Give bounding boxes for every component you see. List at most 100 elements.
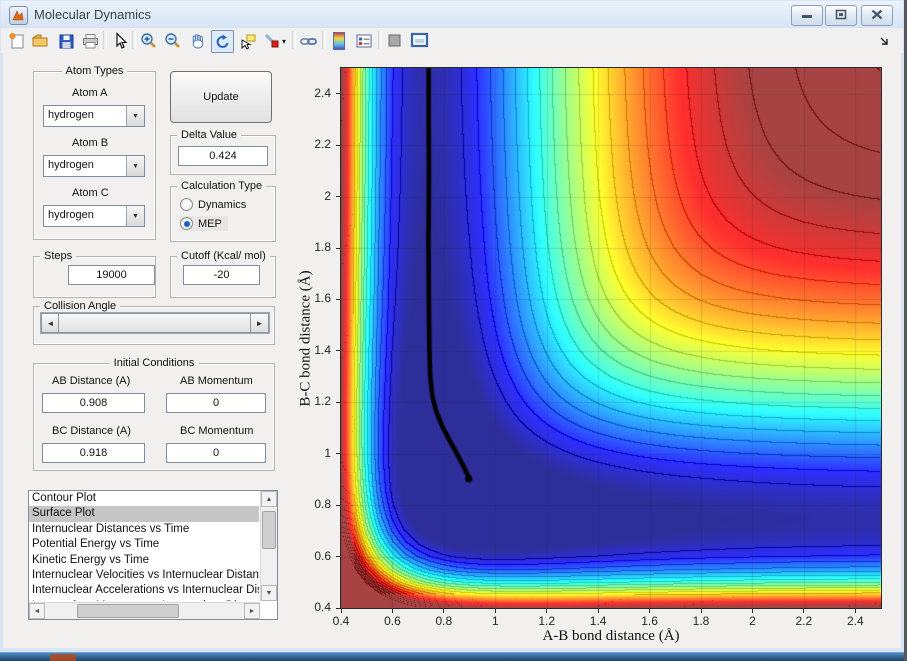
list-item[interactable]: Internuclear Velocities vs Internuclear … — [29, 568, 259, 583]
y-tick-label: 2 — [324, 188, 331, 203]
delta-value-title: Delta Value — [177, 129, 242, 141]
edit-plot-pointer-icon[interactable] — [109, 30, 130, 51]
initial-conditions-title: Initial Conditions — [109, 357, 199, 369]
vertical-scrollbar[interactable]: ▲ ▼ — [260, 491, 277, 601]
save-figure-icon[interactable] — [55, 30, 76, 51]
plot-type-listbox[interactable]: Contour Plot Surface Plot Internuclear D… — [28, 490, 278, 620]
screen: Molecular Dynamics ▾ Atom Types Atom A h… — [0, 0, 907, 661]
list-item[interactable]: Internuclear Distances vs Time — [29, 522, 259, 537]
y-tick-label: 0.6 — [314, 548, 331, 563]
brush-dropdown-arrow-icon[interactable]: ▾ — [282, 37, 286, 46]
zoom-out-icon[interactable] — [162, 30, 183, 51]
dropdown-arrow-icon[interactable]: ▼ — [126, 206, 144, 226]
x-tick-mark — [649, 609, 651, 613]
atom-b-label: Atom B — [72, 137, 109, 149]
atom-b-dropdown[interactable]: hydrogen ▼ — [43, 155, 145, 177]
toolbar-separator — [103, 31, 107, 49]
dropdown-arrow-icon[interactable]: ▼ — [126, 106, 144, 126]
radio-mep[interactable]: MEP — [180, 216, 228, 231]
title-bar[interactable]: Molecular Dynamics — [1, 1, 903, 29]
figure-toolbar: ▾ — [1, 28, 903, 54]
restore-button[interactable] — [825, 5, 857, 26]
radio-selected-icon — [180, 217, 193, 230]
show-plot-tools-dock-icon[interactable] — [409, 30, 430, 51]
calculation-type-title: Calculation Type — [177, 180, 267, 192]
pan-hand-icon[interactable] — [187, 30, 208, 51]
x-tick-label: 1 — [491, 614, 499, 628]
x-tick-label: 1.6 — [641, 614, 658, 628]
x-tick-label: 1.4 — [589, 614, 607, 628]
atom-b-value: hydrogen — [48, 159, 94, 171]
slider-thumb[interactable] — [58, 313, 253, 333]
y-tick-mark — [336, 196, 340, 198]
x-tick-mark — [494, 609, 496, 613]
brush-data-icon[interactable] — [261, 30, 282, 51]
ab-momentum-field[interactable]: 0 — [166, 393, 266, 413]
list-item[interactable]: Kinetic Energy vs Time — [29, 553, 259, 568]
minimize-button[interactable] — [791, 5, 823, 26]
list-item[interactable]: Potential Energy vs Time — [29, 537, 259, 552]
list-item[interactable]: Contour Plot — [29, 491, 259, 506]
matlab-logo-icon — [9, 6, 28, 25]
taskbar-item-hint — [50, 654, 76, 661]
x-tick-mark — [700, 609, 702, 613]
window-title: Molecular Dynamics — [34, 7, 152, 22]
radio-icon — [180, 198, 193, 211]
y-tick-mark — [336, 298, 340, 300]
steps-field[interactable]: 19000 — [68, 265, 155, 285]
toolbar-separator — [132, 31, 136, 49]
bc-distance-field[interactable]: 0.918 — [42, 443, 145, 463]
x-tick-mark — [803, 609, 805, 613]
vscroll-thumb[interactable] — [262, 511, 276, 549]
y-tick-label: 2.4 — [314, 85, 331, 100]
close-button[interactable] — [861, 5, 893, 26]
y-tick-label: 2.2 — [314, 137, 331, 152]
insert-colorbar-icon[interactable] — [328, 30, 349, 51]
restore-icon — [835, 9, 847, 23]
atom-a-value: hydrogen — [48, 109, 94, 121]
contour-plot[interactable] — [341, 68, 881, 608]
horizontal-scrollbar[interactable]: ◄ ► — [29, 602, 260, 619]
link-plot-icon[interactable] — [298, 30, 319, 51]
insert-legend-icon[interactable] — [353, 30, 374, 51]
atom-c-dropdown[interactable]: hydrogen ▼ — [43, 205, 145, 227]
hscroll-thumb[interactable] — [77, 604, 179, 618]
delta-value-field[interactable]: 0.424 — [178, 146, 268, 166]
x-tick-label: 0.6 — [384, 614, 401, 628]
list-item[interactable]: Internuclear Accelerations vs Internucle… — [29, 583, 259, 598]
toolbar-separator — [322, 31, 326, 49]
print-figure-icon[interactable] — [80, 30, 101, 51]
list-item[interactable]: Internuclear Momenta vs Internuclear Dis… — [29, 599, 259, 601]
new-figure-icon[interactable] — [6, 30, 27, 51]
atom-a-dropdown[interactable]: hydrogen ▼ — [43, 105, 145, 127]
cutoff-field[interactable]: -20 — [183, 265, 260, 285]
slider-right-arrow-icon[interactable]: ► — [250, 313, 269, 333]
y-tick-mark — [336, 556, 340, 558]
y-tick-mark — [336, 350, 340, 352]
scroll-down-icon[interactable]: ▼ — [261, 585, 277, 601]
axes-frame — [340, 67, 882, 609]
zoom-in-icon[interactable] — [138, 30, 159, 51]
atom-a-label: Atom A — [72, 87, 108, 99]
radio-dynamics[interactable]: Dynamics — [180, 197, 246, 212]
hide-plot-tools-icon[interactable] — [384, 30, 405, 51]
collision-angle-slider[interactable]: ◄ ► — [40, 312, 270, 334]
y-tick-mark — [336, 453, 340, 455]
atom-c-value: hydrogen — [48, 209, 94, 221]
ab-distance-field[interactable]: 0.908 — [42, 393, 145, 413]
rotate-3d-icon[interactable] — [211, 30, 234, 53]
dropdown-arrow-icon[interactable]: ▼ — [126, 156, 144, 176]
toolbar-separator — [378, 31, 382, 49]
data-cursor-icon[interactable] — [237, 30, 258, 51]
update-button[interactable]: Update — [170, 71, 272, 123]
scroll-right-icon[interactable]: ► — [244, 603, 260, 619]
x-tick-label: 1.2 — [538, 614, 556, 628]
scroll-left-icon[interactable]: ◄ — [29, 603, 45, 619]
scroll-up-icon[interactable]: ▲ — [261, 491, 277, 507]
open-file-icon[interactable] — [30, 30, 51, 51]
x-tick-mark — [751, 609, 753, 613]
toolbar-overflow-icon[interactable] — [879, 36, 889, 49]
list-item[interactable]: Surface Plot — [29, 506, 259, 522]
collision-angle-title: Collision Angle — [40, 300, 121, 312]
bc-momentum-field[interactable]: 0 — [166, 443, 266, 463]
